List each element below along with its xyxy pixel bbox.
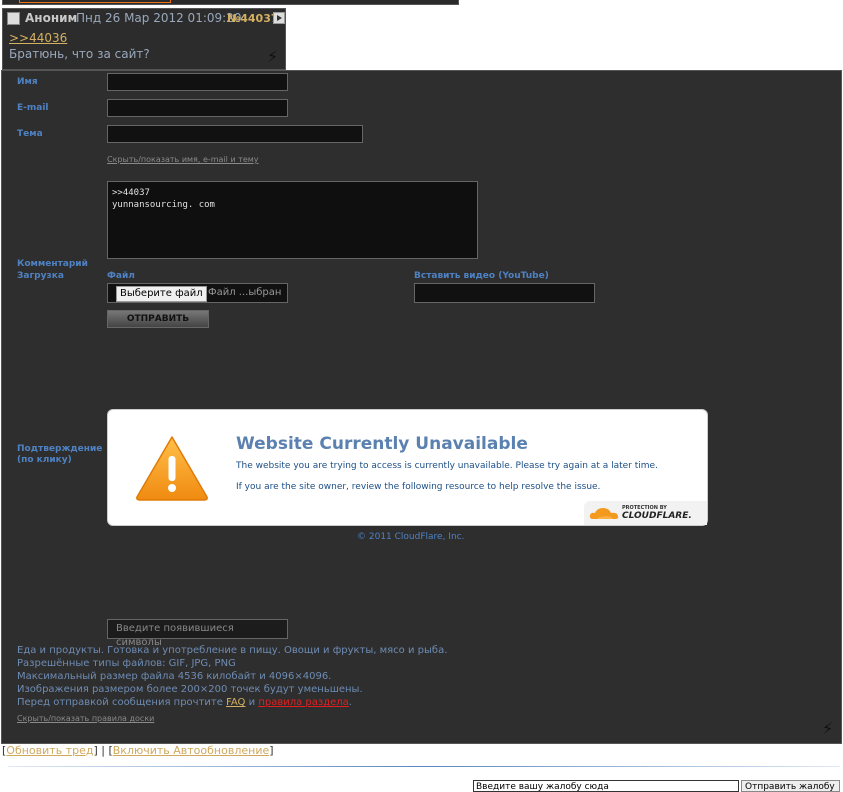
warning-icon <box>136 436 208 501</box>
complaint-submit-button[interactable]: Отправить жалобу <box>741 780 840 792</box>
name-input[interactable] <box>107 73 288 91</box>
toggle-fields-link[interactable]: Скрыть/показать имя, e-mail и тему <box>107 155 259 164</box>
cf-copyright: © 2011 CloudFlare, Inc. <box>357 532 465 542</box>
upload-label: Загрузка <box>17 271 64 281</box>
cf-error-line1: The website you are trying to access is … <box>236 461 658 471</box>
cf-badge-name: CLOUDFLARE. <box>622 511 692 521</box>
file-input[interactable]: Выберите файл Файл ...ыбран <box>107 283 288 303</box>
post-number[interactable]: №44037 <box>227 12 279 25</box>
rule-line-4: Изображения размером более 200×200 точек… <box>17 684 363 695</box>
auto-update-link[interactable]: Включить Автообновление <box>113 744 270 757</box>
submit-button[interactable]: ОТПРАВИТЬ <box>107 310 209 328</box>
cf-error-title: Website Currently Unavailable <box>236 434 528 454</box>
faq-link[interactable]: FAQ <box>226 697 245 708</box>
video-label: Вставить видео (YouTube) <box>414 271 549 281</box>
post-expand-icon[interactable] <box>273 12 285 24</box>
confirm-label: Подтверждение <box>17 444 103 454</box>
choose-file-button[interactable]: Выберите файл <box>116 286 207 302</box>
subject-input[interactable] <box>107 125 363 143</box>
file-label: Файл <box>107 271 135 281</box>
video-input[interactable] <box>414 283 595 303</box>
reply-post: Аноним Пнд 26 Мар 2012 01:09:20 №44037 >… <box>2 8 286 70</box>
post-reply-link[interactable]: >>44036 <box>9 31 67 45</box>
refresh-thread-link[interactable]: Обновить тред <box>6 744 93 757</box>
cloudflare-error-box: Website Currently Unavailable The websit… <box>107 409 708 526</box>
complaint-input[interactable]: Введите вашу жалобу сюда <box>473 780 739 792</box>
section-rules-link[interactable]: правила раздела <box>258 697 348 708</box>
rule-line-1: Еда и продукты. Готовка и употребление в… <box>17 645 448 656</box>
rule-line-5-prefix: Перед отправкой сообщения прочтите <box>17 697 223 708</box>
file-status: Файл ...ыбран <box>208 287 282 298</box>
post-message: Братюнь, что за сайт? <box>9 47 150 61</box>
previous-post-highlight <box>19 0 171 3</box>
lightning-icon: ⚡ <box>822 719 834 738</box>
rule-line-2: Разрешённые типы файлов: GIF, JPG, PNG <box>17 658 236 669</box>
thread-controls: [Обновить тред] | [Включить Автообновлен… <box>2 744 274 757</box>
rule-line-5: Перед отправкой сообщения прочтите FAQ и… <box>17 697 352 708</box>
confirm-sub-label: (по клику) <box>17 455 72 465</box>
name-label: Имя <box>17 77 38 87</box>
captcha-input[interactable]: Введите появившиеся символы <box>107 619 288 648</box>
post-author: Аноним <box>25 11 78 25</box>
comment-textarea[interactable]: >>44037 yunnansourcing. com <box>107 181 478 259</box>
rule-period: . <box>348 697 352 708</box>
email-label: E-mail <box>17 103 49 113</box>
rule-line-3: Максимальный размер файла 4536 килобайт … <box>17 671 332 682</box>
previous-post-edge <box>2 0 459 5</box>
post-date: Пнд 26 Мар 2012 01:09:20 <box>76 11 242 25</box>
comment-label: Комментарий <box>17 259 88 269</box>
lightning-icon: ⚡ <box>267 47 279 66</box>
toggle-rules-link[interactable]: Скрыть/показать правила доски <box>17 714 154 723</box>
subject-label: Тема <box>17 129 43 139</box>
reply-form: Имя E-mail Тема Скрыть/показать имя, e-m… <box>1 70 842 744</box>
rule-and: и <box>248 697 256 708</box>
post-select-checkbox[interactable] <box>7 12 20 25</box>
cf-error-line2: If you are the site owner, review the fo… <box>236 482 601 492</box>
divider <box>8 766 840 767</box>
email-input[interactable] <box>107 99 288 117</box>
cloudflare-badge[interactable]: PROTECTION BY CLOUDFLARE. <box>584 501 707 525</box>
cloud-icon <box>589 508 619 519</box>
